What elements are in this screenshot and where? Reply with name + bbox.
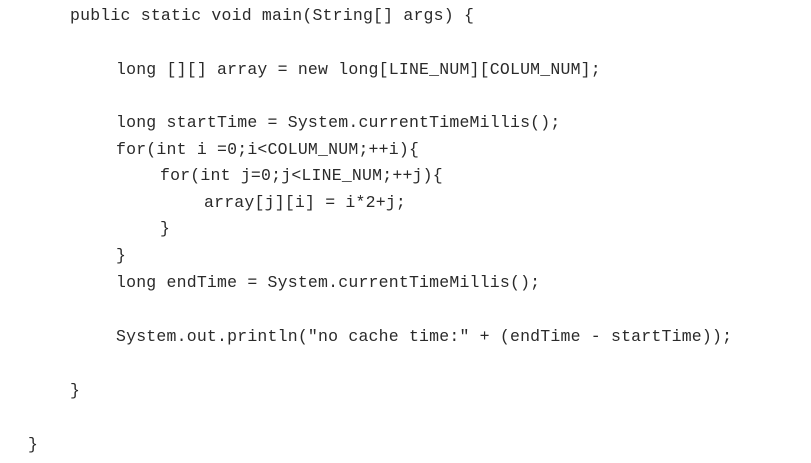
code-line: }: [160, 219, 171, 238]
code-line: for(int i =0;i<COLUM_NUM;++i){: [116, 140, 420, 159]
code-line: System.out.println("no cache time:" + (e…: [116, 327, 733, 346]
code-line: long startTime = System.currentTimeMilli…: [116, 113, 561, 132]
code-block: public static void main(String[] args) {…: [0, 0, 811, 463]
code-line: array[j][i] = i*2+j;: [204, 193, 407, 212]
code-line: }: [70, 381, 81, 400]
code-line: }: [28, 435, 39, 454]
code-line: long endTime = System.currentTimeMillis(…: [116, 273, 541, 292]
code-line: public static void main(String[] args) {: [70, 6, 475, 25]
code-line: }: [116, 246, 127, 265]
code-line: long [][] array = new long[LINE_NUM][COL…: [116, 60, 601, 79]
code-line: for(int j=0;j<LINE_NUM;++j){: [160, 166, 443, 185]
